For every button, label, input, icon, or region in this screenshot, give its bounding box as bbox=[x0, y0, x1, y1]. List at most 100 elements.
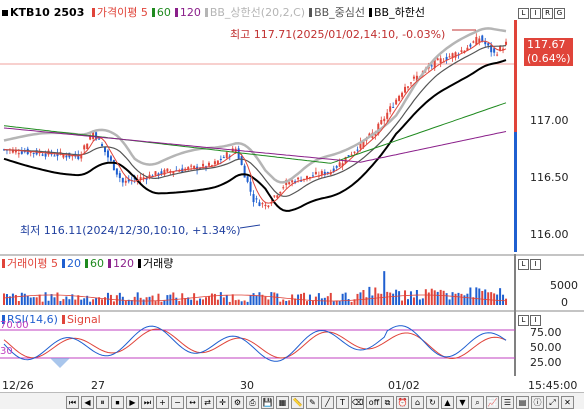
candle-body bbox=[493, 48, 496, 53]
settings-icon[interactable]: ⚙ bbox=[231, 396, 244, 409]
time-label: 27 bbox=[91, 379, 105, 392]
pane-button-r[interactable]: R bbox=[542, 8, 553, 19]
trend-icon[interactable]: ╱ bbox=[321, 396, 334, 409]
candle-body bbox=[412, 76, 415, 79]
save-icon[interactable]: 💾 bbox=[261, 396, 274, 409]
candle-body bbox=[288, 182, 291, 185]
volume-bar bbox=[487, 292, 490, 305]
header.legend-item[interactable]: BB_중심선 bbox=[314, 6, 365, 19]
prev-icon[interactable]: ◀ bbox=[81, 396, 94, 409]
candle-body bbox=[273, 195, 276, 197]
volume-bar bbox=[89, 301, 92, 305]
header.legend-item[interactable]: BB_상한선(20,2,C) bbox=[210, 6, 305, 19]
price-chart[interactable] bbox=[0, 20, 584, 252]
candle-body bbox=[505, 41, 508, 45]
volume-bar bbox=[92, 299, 95, 305]
candle-body bbox=[314, 171, 317, 175]
expand-icon[interactable]: ⤢ bbox=[546, 396, 559, 409]
next-icon[interactable]: ▶ bbox=[126, 396, 139, 409]
crosshair-icon[interactable]: ✛ bbox=[216, 396, 229, 409]
volume-bar bbox=[496, 294, 499, 305]
volume-bar bbox=[68, 299, 71, 305]
volume-bar bbox=[418, 299, 421, 305]
copy-icon[interactable]: ⧉ bbox=[381, 396, 394, 409]
search-icon[interactable]: ⌕ bbox=[471, 396, 484, 409]
zoom-out-icon[interactable]: − bbox=[171, 396, 184, 409]
volume-bar bbox=[196, 300, 199, 305]
candle-body bbox=[32, 152, 35, 154]
candle-body bbox=[389, 106, 392, 112]
candle-body bbox=[202, 163, 205, 167]
info-icon[interactable]: ⓘ bbox=[531, 396, 544, 409]
home-icon[interactable]: ⌂ bbox=[411, 396, 424, 409]
volume-bar bbox=[77, 295, 80, 305]
volume-bar bbox=[23, 293, 26, 305]
down-bar bbox=[514, 132, 517, 252]
contract-month: 2503 bbox=[53, 6, 85, 19]
last-icon[interactable]: ⏭ bbox=[141, 396, 154, 409]
volume-bar bbox=[112, 301, 115, 305]
scroll-icon[interactable]: ⇄ bbox=[201, 396, 214, 409]
chart-icon[interactable]: 📈 bbox=[486, 396, 499, 409]
pause-icon[interactable]: ⏸ bbox=[96, 396, 109, 409]
candle-body bbox=[264, 204, 267, 207]
volume-bar bbox=[124, 300, 127, 305]
volume-chart[interactable] bbox=[0, 254, 584, 310]
candle-body bbox=[258, 202, 261, 206]
volume-bar bbox=[365, 297, 368, 305]
chart-legend: KTB10 2503 가격이평 5 60 120 BB_상한선(20,2,C) BB_중심… bbox=[2, 6, 433, 20]
first-icon[interactable]: ⏮ bbox=[66, 396, 79, 409]
indicator-legend: 가격이평 5 60 120 BB_상한선(20,2,C) BB_중심선 BB_하한선 bbox=[91, 6, 429, 19]
close-icon[interactable]: ✕ bbox=[561, 396, 574, 409]
volume-bar bbox=[466, 293, 469, 305]
pane-button-l[interactable]: L bbox=[518, 8, 529, 19]
text-icon[interactable]: T bbox=[336, 396, 349, 409]
header.legend-item[interactable]: BB_하한선 bbox=[374, 6, 425, 19]
volume-bar bbox=[199, 298, 202, 305]
pane-button-i[interactable]: I bbox=[530, 8, 541, 19]
rsi-chart[interactable] bbox=[0, 310, 584, 376]
pane-button-g[interactable]: G bbox=[554, 8, 565, 19]
time-label: 30 bbox=[240, 379, 254, 392]
volume-bar bbox=[205, 297, 207, 305]
fit-icon[interactable]: ↔ bbox=[186, 396, 199, 409]
header.legend-item[interactable]: 60 bbox=[157, 6, 171, 19]
volume-bar bbox=[475, 287, 478, 305]
candle-body bbox=[240, 156, 243, 166]
candle-body bbox=[439, 58, 442, 63]
header.legend-item[interactable]: 가격이평 5 bbox=[97, 6, 148, 19]
candle-body bbox=[44, 153, 47, 157]
grid-icon[interactable]: ▦ bbox=[276, 396, 289, 409]
down-icon[interactable]: ▼ bbox=[456, 396, 469, 409]
header.legend-item[interactable]: 120 bbox=[180, 6, 201, 19]
volume-bar bbox=[288, 300, 291, 305]
volume-bar bbox=[392, 293, 395, 305]
print-icon[interactable]: ⎙ bbox=[246, 396, 259, 409]
candle-body bbox=[401, 92, 404, 97]
volume-bar bbox=[178, 300, 181, 305]
table-icon[interactable]: ▤ bbox=[516, 396, 529, 409]
ruler-icon[interactable]: 📏 bbox=[291, 396, 304, 409]
volume-bar bbox=[62, 299, 65, 305]
volume-bar bbox=[258, 292, 261, 305]
time-label: 01/02 bbox=[388, 379, 420, 392]
erase-icon[interactable]: ⌫ bbox=[351, 396, 364, 409]
volume-bar bbox=[47, 300, 50, 305]
volume-bar bbox=[341, 293, 344, 305]
candle-body bbox=[207, 162, 210, 166]
draw-icon[interactable]: ✎ bbox=[306, 396, 319, 409]
list-icon[interactable]: ☰ bbox=[501, 396, 514, 409]
candle-body bbox=[225, 152, 228, 158]
off-icon[interactable]: off bbox=[366, 396, 382, 409]
volume-bar bbox=[424, 289, 427, 305]
candle-body bbox=[41, 154, 44, 156]
zoom-in-icon[interactable]: + bbox=[156, 396, 169, 409]
volume-bar bbox=[374, 287, 377, 305]
stop-icon[interactable]: ⏹ bbox=[111, 396, 124, 409]
refresh-icon[interactable]: ↻ bbox=[426, 396, 439, 409]
up-icon[interactable]: ▲ bbox=[441, 396, 454, 409]
candle-body bbox=[17, 153, 20, 155]
symbol-name[interactable]: KTB10 bbox=[10, 6, 50, 19]
alarm-icon[interactable]: ⏰ bbox=[396, 396, 409, 409]
chart-toolbar: ⏮ ◀ ⏸ ⏹ ▶ ⏭ + − ↔ ⇄ ✛ ⚙ ⎙ 💾 ▦ 📏 ✎ ╱ T ⌫ off ⧉ ⏰ ⌂ ↻ ▲ ▼ ⌕ 📈 ☰ ▤ ⓘ ⤢ ✕ bbox=[0, 392, 584, 409]
